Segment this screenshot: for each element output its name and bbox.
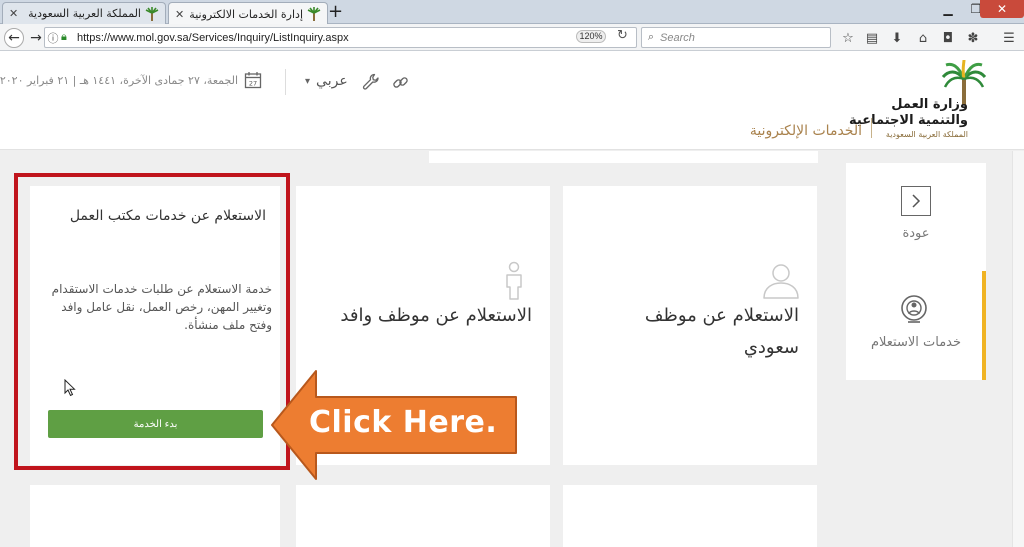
back-label[interactable]: عودة xyxy=(846,226,986,241)
current-date: الجمعة، ٢٧ جمادى الآخرة، ١٤٤١ هـ | ٢١ فب… xyxy=(0,74,238,87)
header-divider xyxy=(871,118,872,138)
active-indicator xyxy=(982,271,986,380)
calendar-day: 27 xyxy=(249,80,257,88)
back-arrow-icon[interactable]: ← xyxy=(4,28,24,48)
main-content: الاستعلام عن خدمات مكتب العمل خدمة الاست… xyxy=(0,151,1024,547)
browser-nav-bar: ← → ⓘ 🔒︎ https://www.mol.gov.sa/Services… xyxy=(0,24,1024,51)
browser-tab-bar: المملكة العربية السعودية | وزارة ✕ إدارة… xyxy=(0,0,1024,25)
inquiry-services-label[interactable]: خدمات الاستعلام xyxy=(846,335,986,350)
chevron-right-icon xyxy=(912,194,921,208)
search-placeholder: Search xyxy=(660,31,695,44)
eservices-title[interactable]: الخدمات الإلكترونية xyxy=(750,123,862,139)
url-text[interactable]: https://www.mol.gov.sa/Services/Inquiry/… xyxy=(73,32,636,44)
search-bar[interactable]: ⌕ Search xyxy=(641,27,831,48)
menu-icon[interactable]: ☰ xyxy=(999,28,1019,48)
zoom-indicator[interactable]: 120% xyxy=(576,30,606,43)
browser-tab-2-title: إدارة الخدمات الالكترونية لوزارة ال xyxy=(190,7,303,21)
minimize-icon[interactable]: ▁ xyxy=(934,0,962,18)
ministry-name-line2: والتنمية الاجتماعية xyxy=(849,113,968,128)
language-label: عربي xyxy=(316,73,348,89)
forward-arrow-icon[interactable]: → xyxy=(26,28,46,48)
lock-icon: 🔒︎ xyxy=(61,31,67,43)
previous-row-edge xyxy=(429,151,818,163)
person-icon xyxy=(763,264,799,299)
reload-icon[interactable]: ↻ xyxy=(617,28,628,43)
download-icon[interactable]: ⬇ xyxy=(887,28,907,48)
reading-list-icon[interactable]: ▤ xyxy=(862,28,882,48)
close-tab-icon[interactable]: ✕ xyxy=(9,7,18,20)
header-separator xyxy=(285,69,286,95)
expat-employee-title: الاستعلام عن موظف وافد xyxy=(340,305,532,326)
service-card[interactable] xyxy=(296,485,550,547)
chevron-down-icon: ▾ xyxy=(305,75,311,87)
new-tab-button[interactable]: + xyxy=(328,1,343,23)
wrench-icon[interactable] xyxy=(362,73,380,91)
address-bar[interactable]: ⓘ 🔒︎ https://www.mol.gov.sa/Services/Inq… xyxy=(44,27,637,48)
language-selector[interactable]: عربي ▾ xyxy=(305,73,348,89)
highlight-box xyxy=(14,173,290,470)
page-scrollbar[interactable] xyxy=(1012,151,1024,547)
bookmark-star-icon[interactable]: ☆ xyxy=(838,28,858,48)
inquiry-services-icon[interactable] xyxy=(898,293,930,325)
back-button[interactable] xyxy=(901,186,931,216)
info-icon[interactable]: ⓘ xyxy=(45,30,61,46)
ministry-name-line1: وزارة العمل xyxy=(891,97,968,112)
ministry-country-line: المملكة العربية السعودية xyxy=(885,130,968,139)
palm-favicon-icon xyxy=(145,6,159,21)
site-header: وزارة العمل والتنمية الاجتماعية المملكة … xyxy=(0,51,1024,150)
browser-tab-1-title: المملكة العربية السعودية | وزارة xyxy=(24,7,141,20)
callout-text: Click Here. xyxy=(309,405,498,440)
saudi-employee-card[interactable]: الاستعلام عن موظف سعودي xyxy=(563,186,817,465)
palm-favicon-icon xyxy=(307,7,321,21)
browser-tab-1[interactable]: المملكة العربية السعودية | وزارة ✕ xyxy=(2,2,166,24)
window-close-icon[interactable]: ✕ xyxy=(980,0,1024,18)
service-card[interactable] xyxy=(30,485,280,547)
home-icon[interactable]: ⌂ xyxy=(913,28,933,48)
calendar-icon: 27 xyxy=(244,72,262,89)
saudi-employee-title: الاستعلام عن موظف سعودي xyxy=(644,305,799,358)
service-card[interactable] xyxy=(563,485,817,547)
link-icon[interactable] xyxy=(392,74,409,91)
pocket-icon[interactable]: ◘ xyxy=(938,28,958,48)
extension-icon[interactable]: ✽ xyxy=(963,28,983,48)
search-icon: ⌕ xyxy=(647,31,655,43)
person-icon xyxy=(506,261,522,300)
mouse-cursor-icon xyxy=(64,379,76,397)
services-sidebar: عودة خدمات الاستعلام xyxy=(846,163,986,380)
browser-tab-2[interactable]: إدارة الخدمات الالكترونية لوزارة ال ✕ xyxy=(168,2,328,25)
close-tab-icon[interactable]: ✕ xyxy=(175,8,184,21)
